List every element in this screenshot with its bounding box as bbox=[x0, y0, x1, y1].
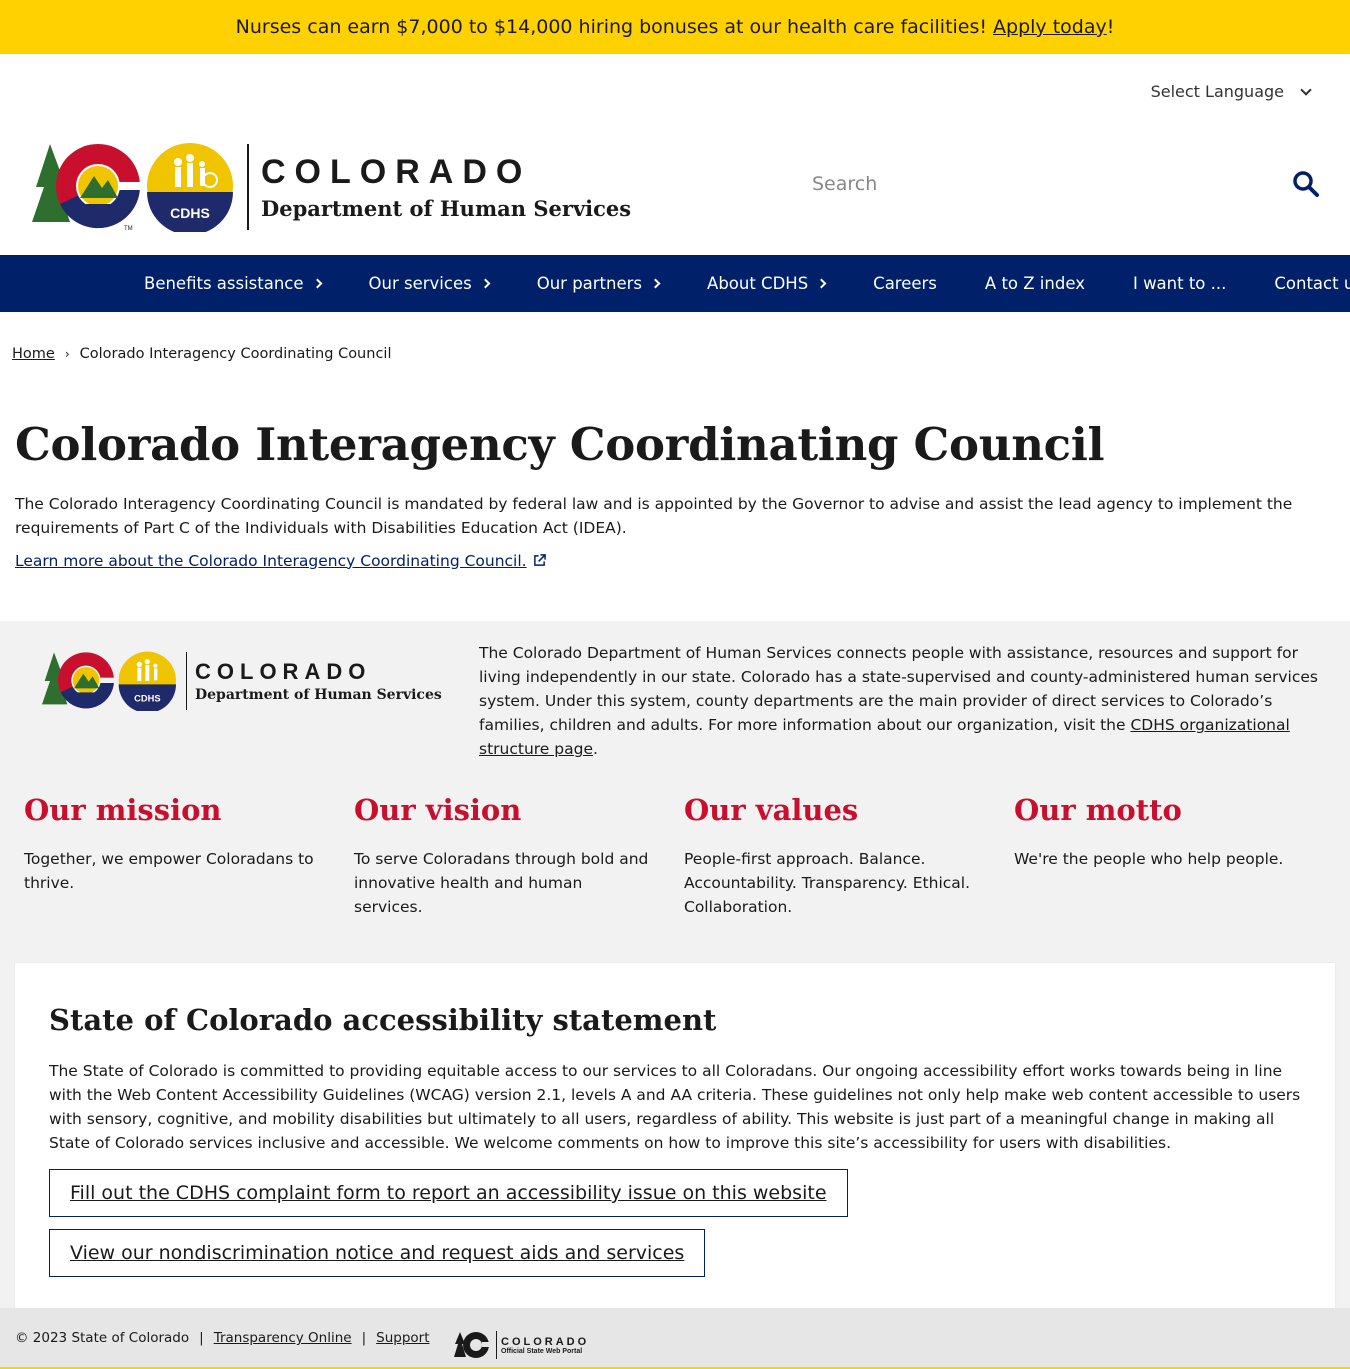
svg-text:TM: TM bbox=[124, 226, 133, 232]
breadcrumb: Home › Colorado Interagency Coordinating… bbox=[0, 312, 1350, 368]
language-label: Select Language bbox=[1150, 82, 1284, 101]
search-box bbox=[800, 164, 1320, 204]
pillar-motto: Our motto We're the people who help peop… bbox=[1014, 793, 1344, 919]
nav-our-services[interactable]: Our services bbox=[368, 274, 491, 293]
footer-cdhs-logo[interactable]: CDHS COLORADO Department of Human Servic… bbox=[40, 651, 442, 711]
about-text-end: . bbox=[592, 740, 598, 758]
footer-logo-subtitle: Department of Human Services bbox=[195, 687, 442, 703]
svg-text:CDHS: CDHS bbox=[170, 205, 210, 221]
search-input[interactable] bbox=[800, 173, 1270, 195]
about-description: The Colorado Department of Human Service… bbox=[479, 641, 1319, 761]
pillar-title: Our values bbox=[684, 793, 859, 827]
state-portal-logo[interactable]: COLORADO Official State Web Portal bbox=[454, 1330, 589, 1360]
logo-text: COLORADO Department of Human Services bbox=[247, 144, 631, 230]
external-link-icon bbox=[533, 554, 546, 566]
colorado-portal-icon bbox=[454, 1332, 492, 1358]
pillar-title: Our motto bbox=[1014, 793, 1182, 827]
intro-paragraph: The Colorado Interagency Coordinating Co… bbox=[15, 494, 1293, 537]
accessibility-statement: State of Colorado accessibility statemen… bbox=[15, 963, 1335, 1309]
alert-text: Nurses can earn $7,000 to $14,000 hiring… bbox=[235, 16, 988, 38]
nav-i-want-to[interactable]: I want to ... bbox=[1133, 274, 1226, 293]
accessibility-body: The State of Colorado is committed to pr… bbox=[49, 1062, 1301, 1152]
about-top: CDHS COLORADO Department of Human Servic… bbox=[0, 621, 1350, 771]
chevron-right-icon bbox=[650, 278, 661, 289]
chevron-down-icon bbox=[1300, 83, 1312, 96]
nav-contact-us[interactable]: Contact us bbox=[1274, 274, 1350, 293]
search-icon bbox=[1293, 171, 1319, 197]
pillar-title: Our vision bbox=[354, 793, 522, 827]
accessibility-title: State of Colorado accessibility statemen… bbox=[49, 1003, 717, 1037]
apply-today-link[interactable]: Apply today bbox=[993, 16, 1107, 38]
complaint-form-button[interactable]: Fill out the CDHS complaint form to repo… bbox=[49, 1169, 848, 1217]
breadcrumb-current: Colorado Interagency Coordinating Counci… bbox=[79, 346, 392, 362]
language-row: Select Language bbox=[0, 54, 1350, 130]
pillar-mission: Our mission Together, we empower Colorad… bbox=[24, 793, 354, 919]
main-nav: Benefits assistance Our services Our par… bbox=[0, 255, 1350, 312]
chevron-right-icon bbox=[480, 278, 491, 289]
alert-suffix: ! bbox=[1106, 16, 1115, 38]
pillar-vision: Our vision To serve Coloradans through b… bbox=[354, 793, 684, 919]
learn-more-label: Learn more about the Colorado Interagenc… bbox=[15, 551, 527, 570]
pillar-title: Our mission bbox=[24, 793, 222, 827]
pillar-text: People-first approach. Balance. Accounta… bbox=[684, 850, 971, 916]
pillar-text: We're the people who help people. bbox=[1014, 850, 1284, 868]
footer-links: © 2023 State of Colorado | Transparency … bbox=[15, 1330, 430, 1346]
nav-label: About CDHS bbox=[707, 274, 809, 293]
breadcrumb-home[interactable]: Home bbox=[12, 346, 55, 362]
nav-benefits-assistance[interactable]: Benefits assistance bbox=[144, 274, 322, 293]
chevron-right-icon bbox=[312, 278, 322, 289]
nav-careers[interactable]: Careers bbox=[873, 274, 937, 293]
transparency-online-link[interactable]: Transparency Online bbox=[214, 1330, 352, 1346]
chevron-right-icon bbox=[816, 278, 827, 289]
nondiscrimination-button[interactable]: View our nondiscrimination notice and re… bbox=[49, 1229, 706, 1277]
footer-about: CDHS COLORADO Department of Human Servic… bbox=[0, 621, 1350, 1319]
pillar-text: To serve Coloradans through bold and inn… bbox=[354, 850, 649, 916]
support-link[interactable]: Support bbox=[376, 1330, 429, 1346]
pillar-text: Together, we empower Coloradans to thriv… bbox=[24, 850, 314, 892]
logo-word: COLORADO bbox=[261, 153, 532, 191]
search-button[interactable] bbox=[1292, 170, 1320, 198]
footer-logo-text: COLORADO Department of Human Services bbox=[186, 652, 442, 710]
learn-more-link[interactable]: Learn more about the Colorado Interagenc… bbox=[15, 552, 546, 570]
bottom-footer: © 2023 State of Colorado | Transparency … bbox=[0, 1308, 1350, 1369]
pillar-values: Our values People-first approach. Balanc… bbox=[684, 793, 1014, 919]
colorado-c-logo-icon: CDHS bbox=[42, 651, 176, 711]
copyright: © 2023 State of Colorado bbox=[15, 1330, 190, 1346]
alert-banner: Nurses can earn $7,000 to $14,000 hiring… bbox=[0, 0, 1350, 54]
nav-our-partners[interactable]: Our partners bbox=[536, 274, 661, 293]
page-title: Colorado Interagency Coordinating Counci… bbox=[15, 418, 1105, 471]
nav-a-to-z-index[interactable]: A to Z index bbox=[985, 274, 1085, 293]
nav-label: Our partners bbox=[536, 274, 643, 293]
portal-text: COLORADO Official State Web Portal bbox=[496, 1331, 589, 1359]
pillars: Our mission Together, we empower Colorad… bbox=[24, 793, 1344, 919]
language-select[interactable]: Select Language bbox=[1150, 82, 1312, 101]
portal-word: COLORADO bbox=[501, 1335, 590, 1348]
portal-subtitle: Official State Web Portal bbox=[501, 1347, 583, 1355]
footer-logo-word: COLORADO bbox=[195, 659, 372, 684]
site-header: TM CDHS COLORADO Department of Human Ser… bbox=[0, 130, 1350, 255]
main-content: Colorado Interagency Coordinating Counci… bbox=[0, 368, 1350, 621]
logo-subtitle: Department of Human Services bbox=[261, 196, 632, 221]
footer-sep: | bbox=[361, 1330, 367, 1346]
colorado-c-logo-icon: TM CDHS bbox=[32, 143, 233, 232]
nav-label: Benefits assistance bbox=[144, 274, 304, 293]
nav-label: Our services bbox=[368, 274, 472, 293]
nav-about-cdhs[interactable]: About CDHS bbox=[707, 274, 827, 293]
nav-label: Contact us bbox=[1274, 274, 1350, 293]
svg-text:CDHS: CDHS bbox=[134, 694, 160, 704]
breadcrumb-separator: › bbox=[64, 347, 70, 361]
nav-label: Careers bbox=[873, 274, 937, 293]
footer-sep: | bbox=[199, 1330, 204, 1346]
cdhs-logo[interactable]: TM CDHS COLORADO Department of Human Ser… bbox=[30, 142, 631, 232]
nav-label: I want to ... bbox=[1132, 274, 1227, 293]
nav-label: A to Z index bbox=[984, 274, 1085, 293]
